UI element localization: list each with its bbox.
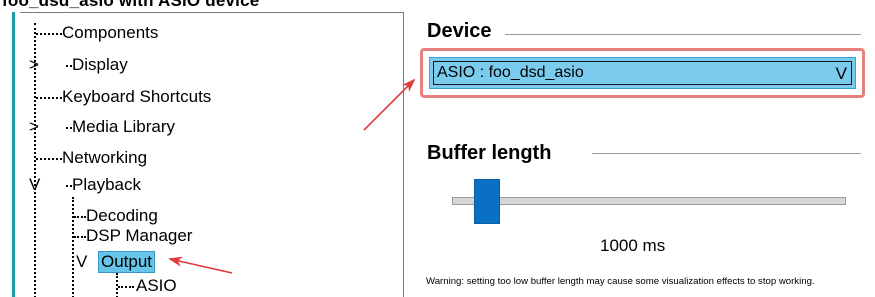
- tree-item-keyboard-shortcuts[interactable]: Keyboard Shortcuts: [62, 87, 211, 107]
- tree-item-networking[interactable]: Networking: [62, 148, 147, 168]
- tree-branch: [36, 158, 62, 160]
- buffer-value-label: 1000 ms: [600, 236, 666, 255]
- device-select-highlight: ASIO : foo_dsd_asio V: [420, 48, 865, 98]
- caption-strip: foo_dsd_asio with ASIO device: [0, 0, 875, 12]
- tree-item-playback[interactable]: Playback: [72, 175, 141, 195]
- tree-item-components[interactable]: Components: [62, 23, 158, 43]
- tree-branch: [74, 236, 86, 238]
- expand-arrow-icon[interactable]: >: [29, 117, 39, 137]
- preferences-window: foo_dsd_asio with ASIO device Components…: [0, 0, 875, 297]
- tree-item-media-library[interactable]: Media Library: [72, 117, 175, 137]
- tree-branch: [36, 33, 62, 35]
- buffer-slider-track[interactable]: [452, 197, 846, 205]
- device-select-wrapper: ASIO : foo_dsd_asio V: [429, 57, 856, 89]
- tree-branch: [36, 97, 62, 99]
- tree-guide-playback: [72, 197, 74, 297]
- tree-item-output[interactable]: Output: [98, 251, 156, 273]
- tree-branch: [74, 216, 86, 218]
- chevron-down-icon[interactable]: V: [836, 64, 847, 84]
- device-section-divider: [505, 34, 861, 35]
- buffer-slider-thumb[interactable]: [474, 179, 501, 224]
- left-accent-bar: [12, 12, 15, 297]
- tree-item-asio[interactable]: ASIO: [136, 276, 177, 296]
- tree-branch: [118, 286, 134, 288]
- caption-text: foo_dsd_asio with ASIO device: [2, 0, 260, 10]
- collapse-arrow-icon[interactable]: V: [29, 175, 40, 195]
- tree-item-dsp-manager[interactable]: DSP Manager: [86, 226, 192, 246]
- expand-arrow-icon[interactable]: >: [29, 55, 39, 75]
- tree-item-decoding[interactable]: Decoding: [86, 206, 158, 226]
- buffer-section-title: Buffer length: [427, 142, 560, 165]
- buffer-section-divider: [592, 153, 861, 154]
- device-select-value: ASIO : foo_dsd_asio: [437, 64, 584, 81]
- device-section-title: Device: [427, 20, 500, 43]
- preferences-tree: Components > Display Keyboard Shortcuts …: [20, 12, 404, 297]
- buffer-warning-text: Warning: setting too low buffer length m…: [426, 276, 815, 287]
- collapse-arrow-icon[interactable]: V: [76, 252, 87, 272]
- device-select[interactable]: ASIO : foo_dsd_asio V: [433, 61, 852, 85]
- tree-guide-output: [116, 273, 118, 297]
- tree-item-display[interactable]: Display: [72, 55, 128, 75]
